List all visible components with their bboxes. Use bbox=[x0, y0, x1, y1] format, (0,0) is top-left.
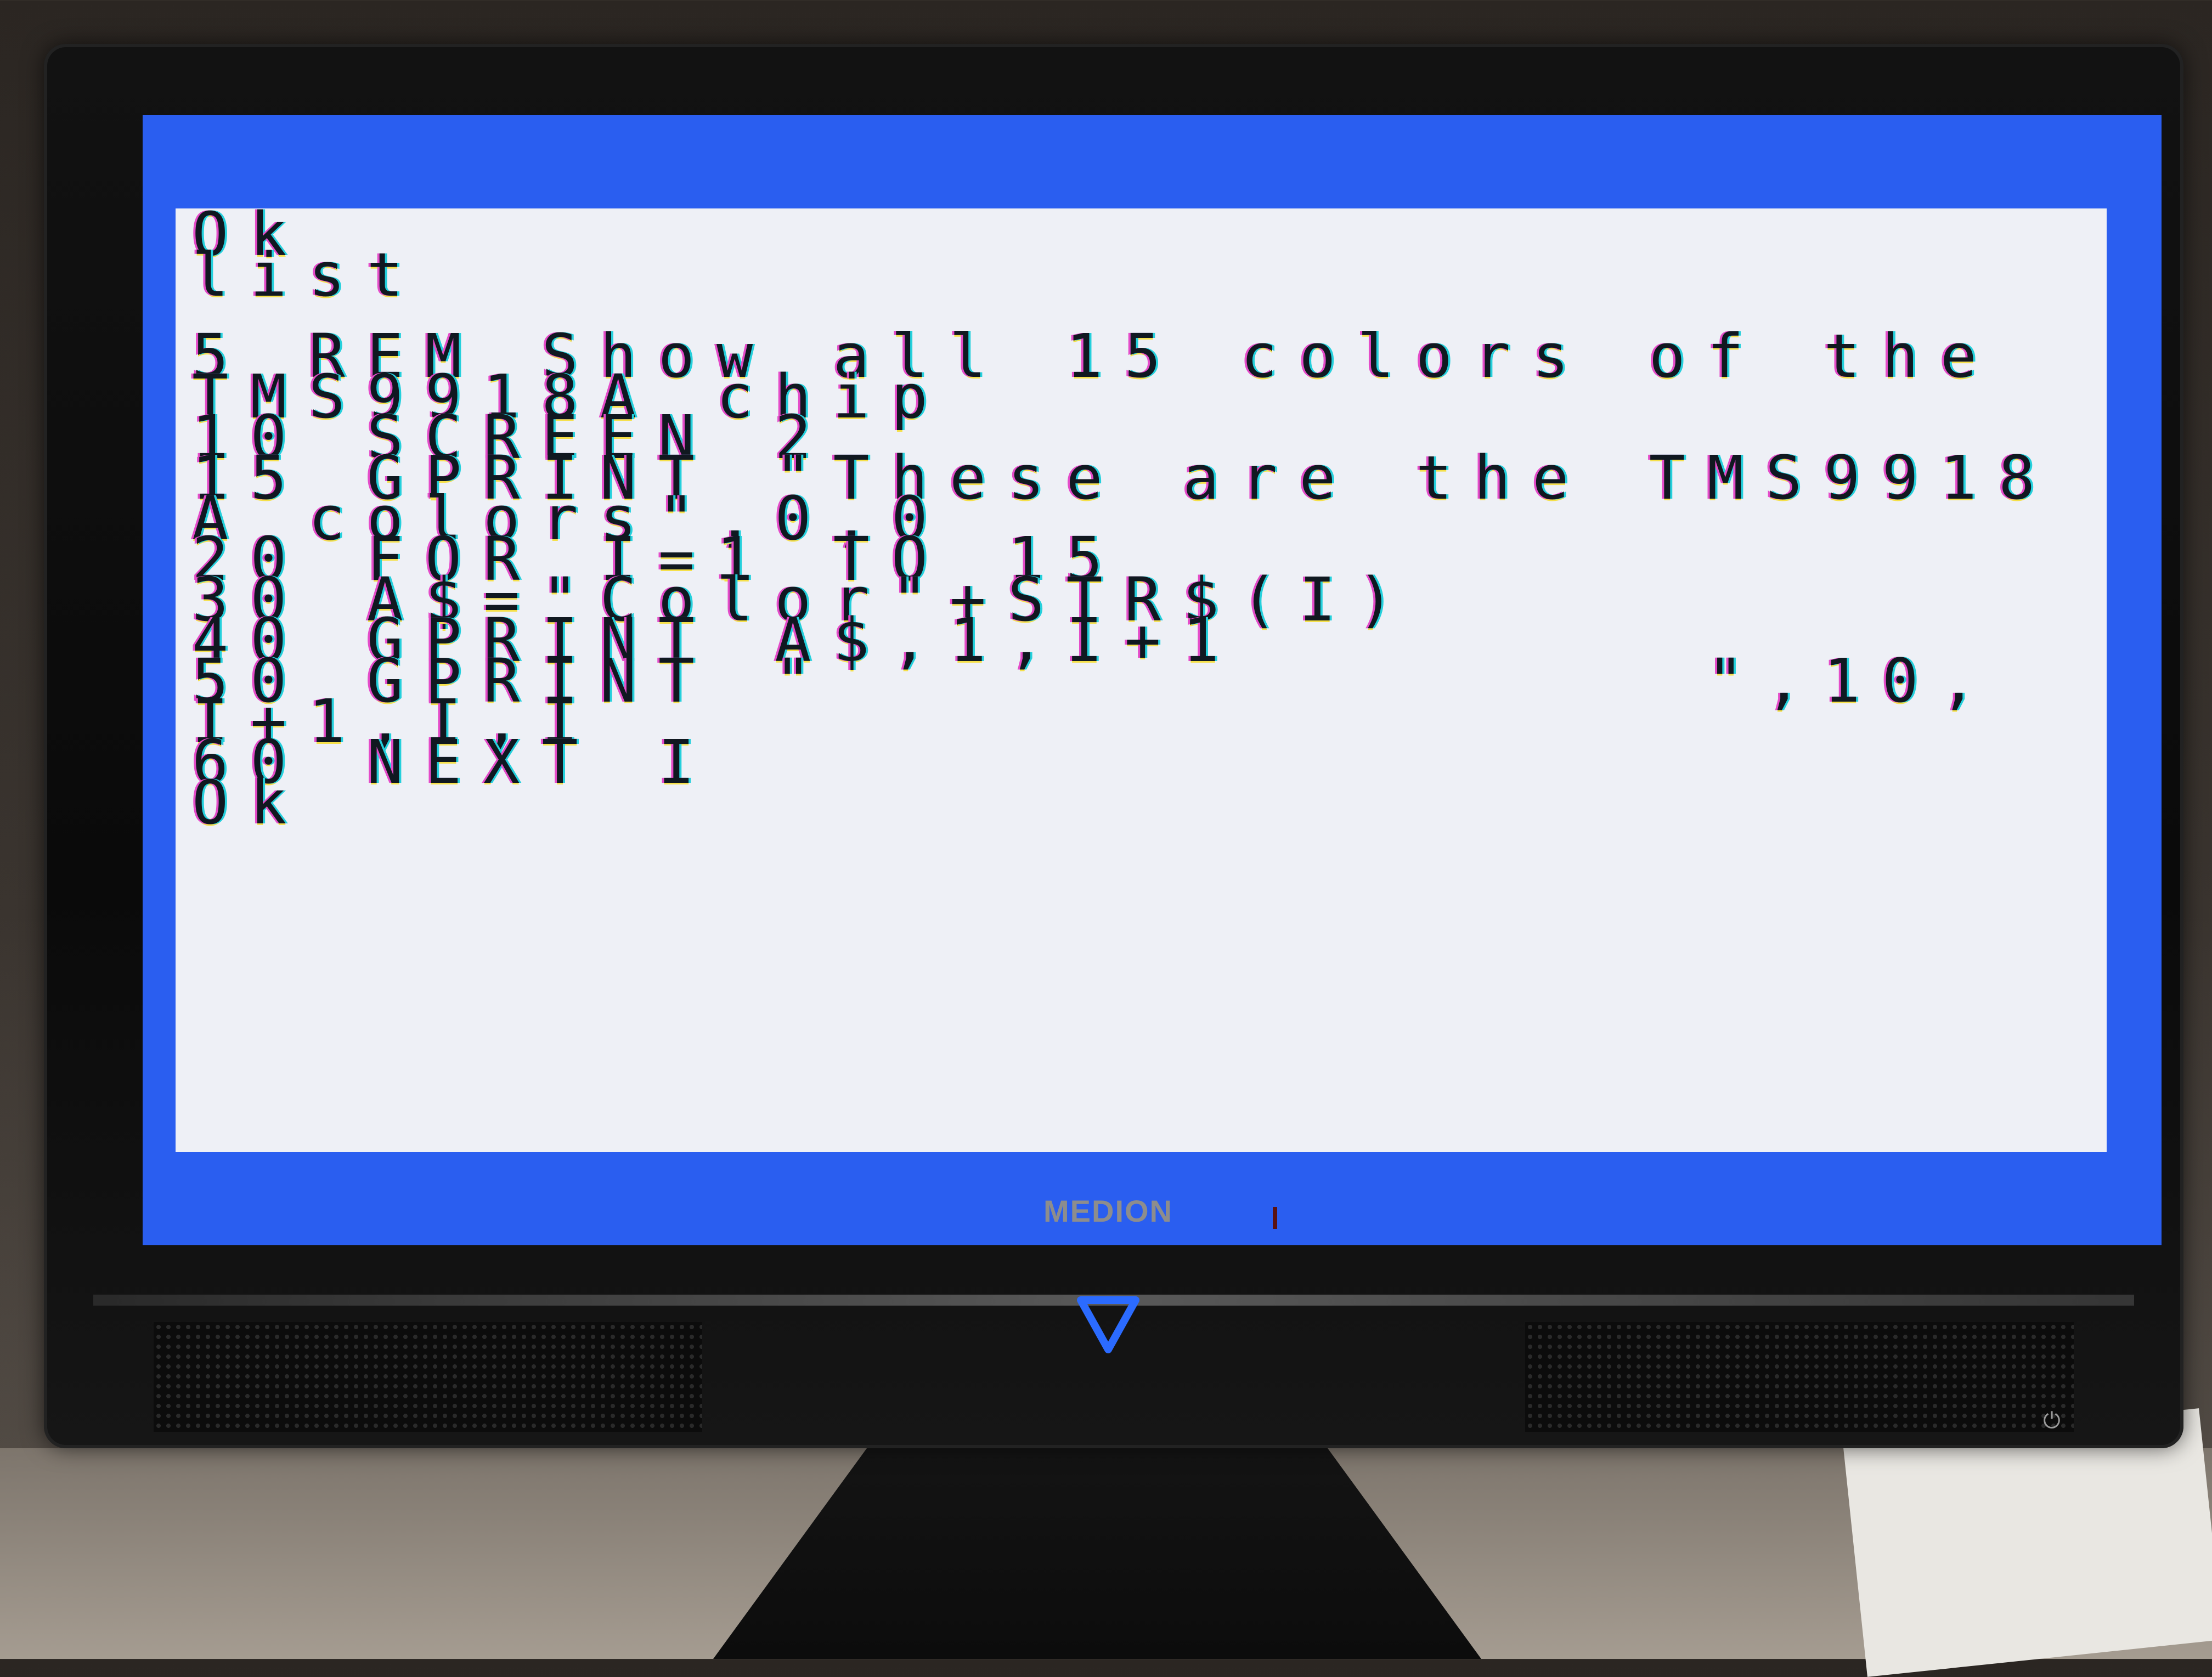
speaker-left bbox=[154, 1322, 702, 1432]
basic-listing: Ok list 5 REM Show all 15 colors of the … bbox=[192, 204, 2057, 833]
power-icon[interactable]: ⏻ bbox=[2038, 1407, 2066, 1435]
status-led bbox=[1273, 1207, 1277, 1229]
brand-logo: MEDION bbox=[1043, 1194, 1173, 1228]
menu-button[interactable] bbox=[1073, 1289, 1144, 1360]
basic-line: list bbox=[192, 240, 425, 310]
screen: Ok list 5 REM Show all 15 colors of the … bbox=[143, 115, 2162, 1245]
monitor: Ok list 5 REM Show all 15 colors of the … bbox=[44, 44, 2183, 1448]
paper-sheet bbox=[1843, 1408, 2212, 1677]
speaker-right bbox=[1525, 1322, 2074, 1432]
triangle-down-icon bbox=[1077, 1296, 1139, 1353]
basic-console: Ok list 5 REM Show all 15 colors of the … bbox=[176, 204, 2107, 1152]
basic-line: Ok bbox=[192, 767, 309, 838]
